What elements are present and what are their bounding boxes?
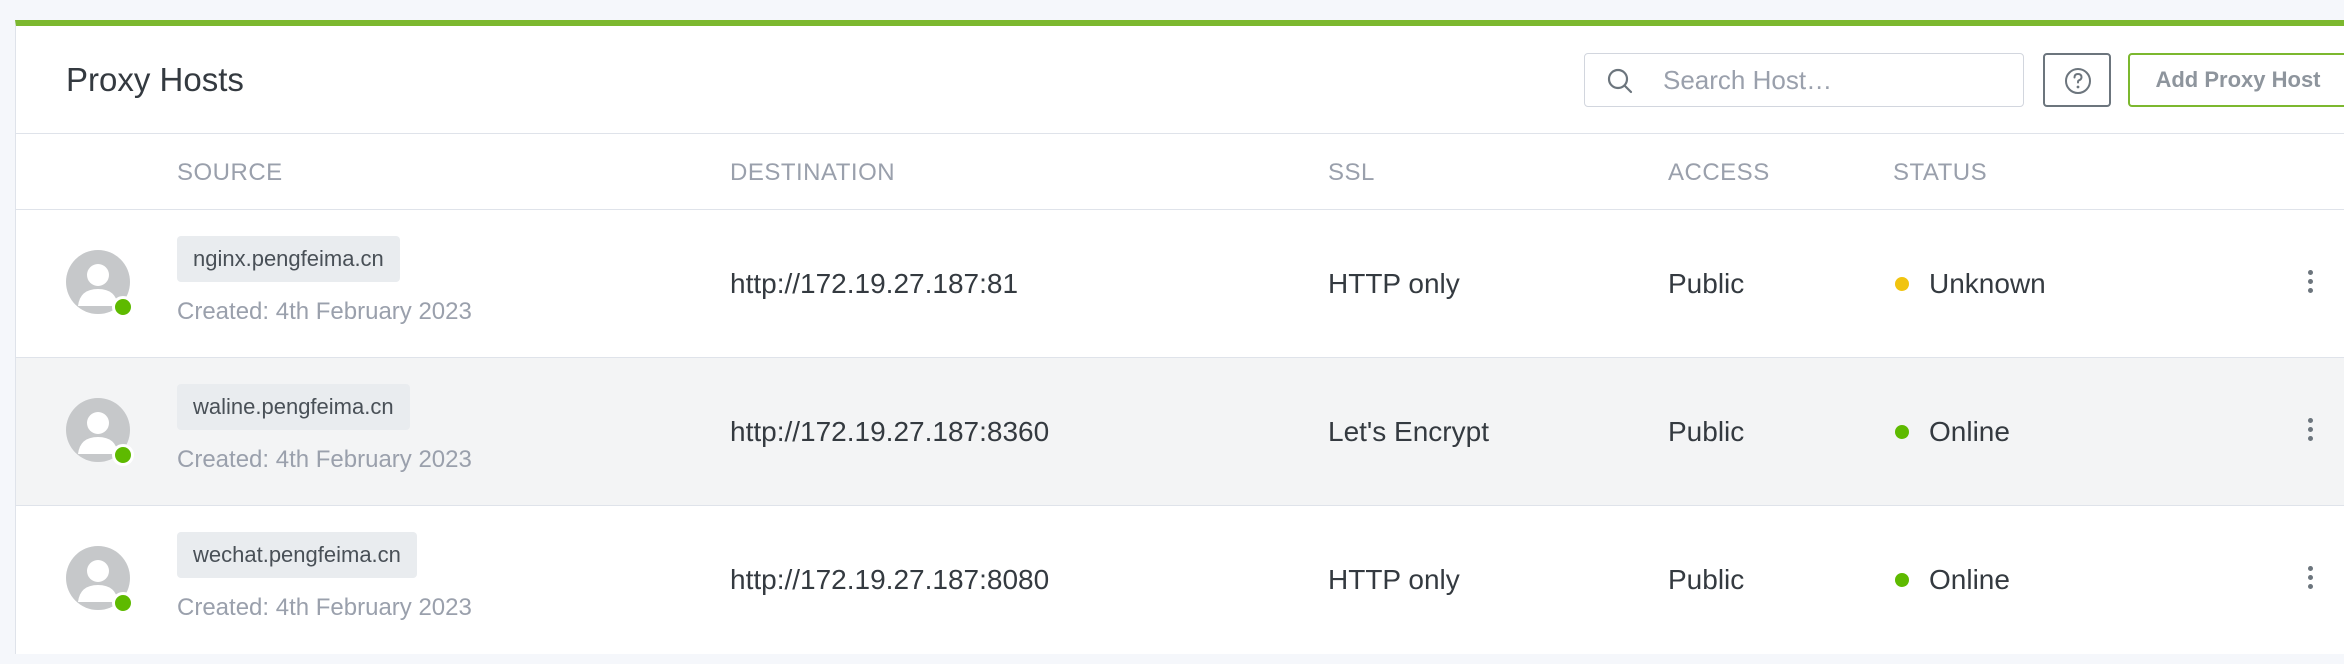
help-button[interactable] — [2043, 53, 2111, 107]
access-cell: Public — [1668, 564, 1745, 595]
column-header-ssl: SSL — [1328, 159, 1375, 186]
more-actions-icon[interactable] — [2298, 562, 2322, 598]
status-cell: Online — [1929, 416, 2010, 447]
created-date: Created: 4th February 2023 — [177, 446, 472, 473]
ssl-cell: HTTP only — [1328, 564, 1460, 595]
online-indicator — [112, 592, 134, 614]
search-input[interactable] — [1663, 62, 2003, 98]
created-date: Created: 4th February 2023 — [177, 298, 472, 325]
ssl-cell: Let's Encrypt — [1328, 416, 1489, 447]
table-header: SOURCE DESTINATION SSL ACCESS STATUS — [16, 134, 2344, 210]
search-box[interactable] — [1584, 53, 2024, 107]
created-date: Created: 4th February 2023 — [177, 594, 472, 621]
column-header-destination: DESTINATION — [730, 159, 896, 186]
page-title: Proxy Hosts — [66, 61, 244, 98]
domain-badge[interactable]: nginx.pengfeima.cn — [177, 236, 400, 282]
access-cell: Public — [1668, 416, 1745, 447]
column-header-source: SOURCE — [177, 159, 283, 186]
column-header-access: ACCESS — [1668, 159, 1770, 186]
destination-cell: http://172.19.27.187:8360 — [730, 416, 1050, 447]
add-proxy-host-button[interactable]: Add Proxy Host — [2128, 53, 2344, 107]
access-cell: Public — [1668, 268, 1745, 299]
more-actions-icon[interactable] — [2298, 414, 2322, 450]
online-indicator — [112, 296, 134, 318]
table-row[interactable]: wechat.pengfeima.cn Created: 4th Februar… — [16, 506, 2344, 654]
status-dot — [1895, 277, 1909, 291]
search-icon — [1605, 66, 1635, 96]
table-row[interactable]: waline.pengfeima.cn Created: 4th Februar… — [16, 358, 2344, 506]
status-cell: Online — [1929, 564, 2010, 595]
domain-badge[interactable]: wechat.pengfeima.cn — [177, 532, 417, 578]
ssl-cell: HTTP only — [1328, 268, 1460, 299]
column-header-status: STATUS — [1893, 159, 1988, 186]
status-dot — [1895, 425, 1909, 439]
question-circle-icon — [2065, 68, 2091, 94]
destination-cell: http://172.19.27.187:8080 — [730, 564, 1050, 595]
table-row[interactable]: nginx.pengfeima.cn Created: 4th February… — [16, 210, 2344, 358]
status-dot — [1895, 573, 1909, 587]
proxy-hosts-card: Proxy Hosts Add Proxy Host SOURCE DESTIN… — [15, 20, 2344, 654]
status-cell: Unknown — [1929, 268, 2046, 299]
domain-badge[interactable]: waline.pengfeima.cn — [177, 384, 410, 430]
more-actions-icon[interactable] — [2298, 266, 2322, 302]
online-indicator — [112, 444, 134, 466]
destination-cell: http://172.19.27.187:81 — [730, 268, 1019, 299]
card-header: Proxy Hosts Add Proxy Host — [16, 26, 2344, 134]
